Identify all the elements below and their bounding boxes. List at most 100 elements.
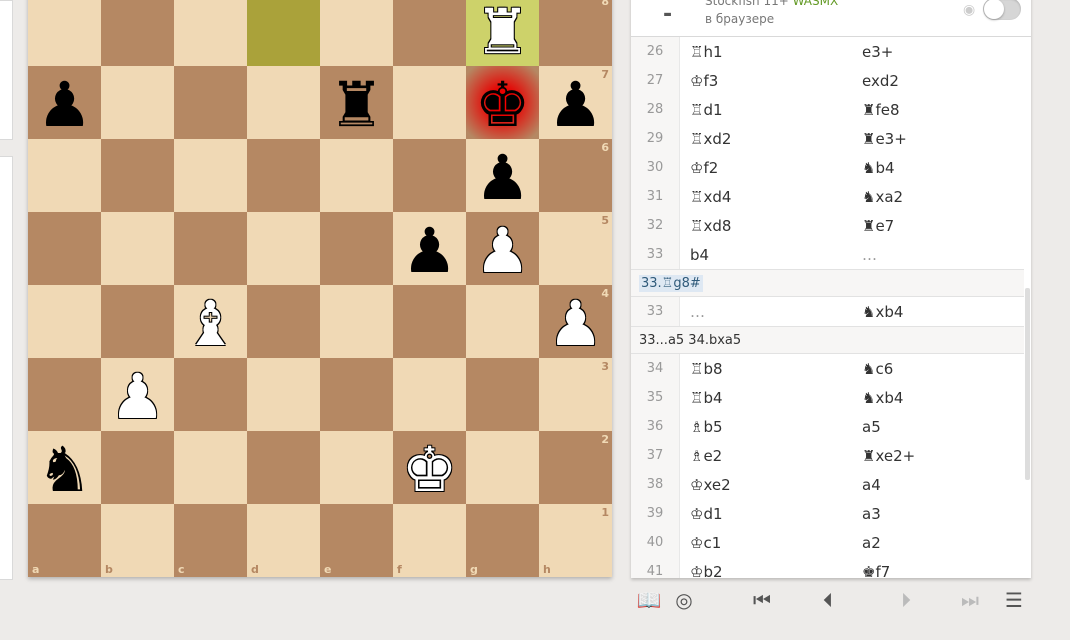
square-h1[interactable]: 1h <box>539 504 612 577</box>
menu-icon[interactable]: ☰ <box>1001 586 1027 614</box>
white-move[interactable]: ♖d1 <box>680 101 852 119</box>
square-g6[interactable]: ♟ <box>466 139 539 212</box>
black-move[interactable]: ♞xb4 <box>852 303 1024 321</box>
square-c6[interactable] <box>174 139 247 212</box>
last-move-button[interactable]: ⏭ <box>957 586 983 614</box>
black-move[interactable]: a5 <box>852 418 1024 436</box>
square-g4[interactable] <box>466 285 539 358</box>
square-g1[interactable]: g <box>466 504 539 577</box>
white-move[interactable]: ♔xe2 <box>680 476 852 494</box>
square-d5[interactable] <box>247 212 320 285</box>
black-move[interactable]: ♚f7 <box>852 563 1024 579</box>
black-move[interactable]: ♜xe2+ <box>852 447 1024 465</box>
engine-toggle[interactable] <box>983 0 1021 20</box>
square-f2[interactable]: ♚ <box>393 431 466 504</box>
white-move[interactable]: … <box>680 303 852 321</box>
square-g2[interactable] <box>466 431 539 504</box>
white-bishop-icon[interactable]: ♝ <box>183 292 239 355</box>
square-d4[interactable] <box>247 285 320 358</box>
square-f5[interactable]: ♟ <box>393 212 466 285</box>
black-rook-icon[interactable]: ♜ <box>329 73 385 136</box>
square-a6[interactable] <box>28 139 101 212</box>
square-h4[interactable]: ♟ 4 <box>539 285 612 358</box>
square-e6[interactable] <box>320 139 393 212</box>
white-king-icon[interactable]: ♚ <box>402 438 458 501</box>
square-d1[interactable]: d <box>247 504 320 577</box>
square-c5[interactable] <box>174 212 247 285</box>
variation-text[interactable]: 33...a5 34.bxa5 <box>639 333 741 348</box>
square-h8[interactable]: 8 <box>539 0 612 66</box>
target-icon[interactable]: ◉ <box>963 2 975 18</box>
square-e1[interactable]: e <box>320 504 393 577</box>
square-c2[interactable] <box>174 431 247 504</box>
square-a1[interactable]: a <box>28 504 101 577</box>
white-move[interactable]: ♗b5 <box>680 418 852 436</box>
practice-target-icon[interactable]: ◎ <box>671 586 697 614</box>
white-pawn-icon[interactable]: ♟ <box>110 365 166 428</box>
black-move[interactable]: ♞b4 <box>852 159 1024 177</box>
square-h2[interactable]: 2 <box>539 431 612 504</box>
black-move[interactable]: a2 <box>852 534 1024 552</box>
white-pawn-icon[interactable]: ♟ <box>475 219 531 282</box>
square-a3[interactable] <box>28 358 101 431</box>
square-a5[interactable] <box>28 212 101 285</box>
black-move[interactable]: ♞c6 <box>852 360 1024 378</box>
square-e8[interactable] <box>320 0 393 66</box>
black-king-icon[interactable]: ♚ <box>475 73 531 136</box>
square-c1[interactable]: c <box>174 504 247 577</box>
square-d6[interactable] <box>247 139 320 212</box>
white-move[interactable]: ♗e2 <box>680 447 852 465</box>
white-move[interactable]: ♖xd8 <box>680 217 852 235</box>
black-pawn-icon[interactable]: ♟ <box>37 73 93 136</box>
black-move[interactable]: exd2 <box>852 72 1024 90</box>
square-d7[interactable] <box>247 66 320 139</box>
white-move[interactable]: ♖xd4 <box>680 188 852 206</box>
square-b1[interactable]: b <box>101 504 174 577</box>
white-move[interactable]: ♖h1 <box>680 43 852 61</box>
square-g7[interactable]: ♚ <box>466 66 539 139</box>
square-b7[interactable] <box>101 66 174 139</box>
white-move[interactable]: ♔c1 <box>680 534 852 552</box>
variation-text[interactable]: 33.♖g8# <box>639 274 703 292</box>
black-move[interactable]: ♜e3+ <box>852 130 1024 148</box>
square-f4[interactable] <box>393 285 466 358</box>
square-c7[interactable] <box>174 66 247 139</box>
square-h5[interactable]: 5 <box>539 212 612 285</box>
black-move[interactable]: ♜fe8 <box>852 101 1024 119</box>
square-e7[interactable]: ♜ <box>320 66 393 139</box>
square-e2[interactable] <box>320 431 393 504</box>
square-f7[interactable] <box>393 66 466 139</box>
black-pawn-icon[interactable]: ♟ <box>475 146 531 209</box>
chess-board[interactable]: ♜ 8 ♟ ♜ ♚ ♟ 7 ♟ 6 ♟ ♟ 5 ♝ ♟ 4 ♟ 3 ♞ ♚ 2 a b c d e f g 1 h <box>28 0 612 577</box>
square-g8[interactable]: ♜ <box>466 0 539 66</box>
square-d8[interactable] <box>247 0 320 66</box>
black-move[interactable]: ♜e7 <box>852 217 1024 235</box>
move-list-scrollbar[interactable] <box>1025 288 1030 480</box>
square-a8[interactable] <box>28 0 101 66</box>
black-move[interactable]: … <box>852 246 1024 264</box>
black-move[interactable]: ♞xa2 <box>852 188 1024 206</box>
black-move[interactable]: e3+ <box>852 43 1024 61</box>
square-b3[interactable]: ♟ <box>101 358 174 431</box>
square-d3[interactable] <box>247 358 320 431</box>
white-move[interactable]: ♖xd2 <box>680 130 852 148</box>
square-h7[interactable]: ♟ 7 <box>539 66 612 139</box>
black-move[interactable]: a4 <box>852 476 1024 494</box>
square-e5[interactable] <box>320 212 393 285</box>
white-move[interactable]: ♖b4 <box>680 389 852 407</box>
black-pawn-icon[interactable]: ♟ <box>402 219 458 282</box>
square-c8[interactable] <box>174 0 247 66</box>
square-a2[interactable]: ♞ <box>28 431 101 504</box>
white-move[interactable]: ♖b8 <box>680 360 852 378</box>
white-move[interactable]: ♔f3 <box>680 72 852 90</box>
square-c3[interactable] <box>174 358 247 431</box>
black-pawn-icon[interactable]: ♟ <box>548 73 604 136</box>
square-b5[interactable] <box>101 212 174 285</box>
next-move-button[interactable]: ⏵ <box>893 586 919 614</box>
black-move[interactable]: a3 <box>852 505 1024 523</box>
white-move[interactable]: ♔d1 <box>680 505 852 523</box>
white-move[interactable]: ♔f2 <box>680 159 852 177</box>
square-b2[interactable] <box>101 431 174 504</box>
square-h6[interactable]: 6 <box>539 139 612 212</box>
square-e3[interactable] <box>320 358 393 431</box>
